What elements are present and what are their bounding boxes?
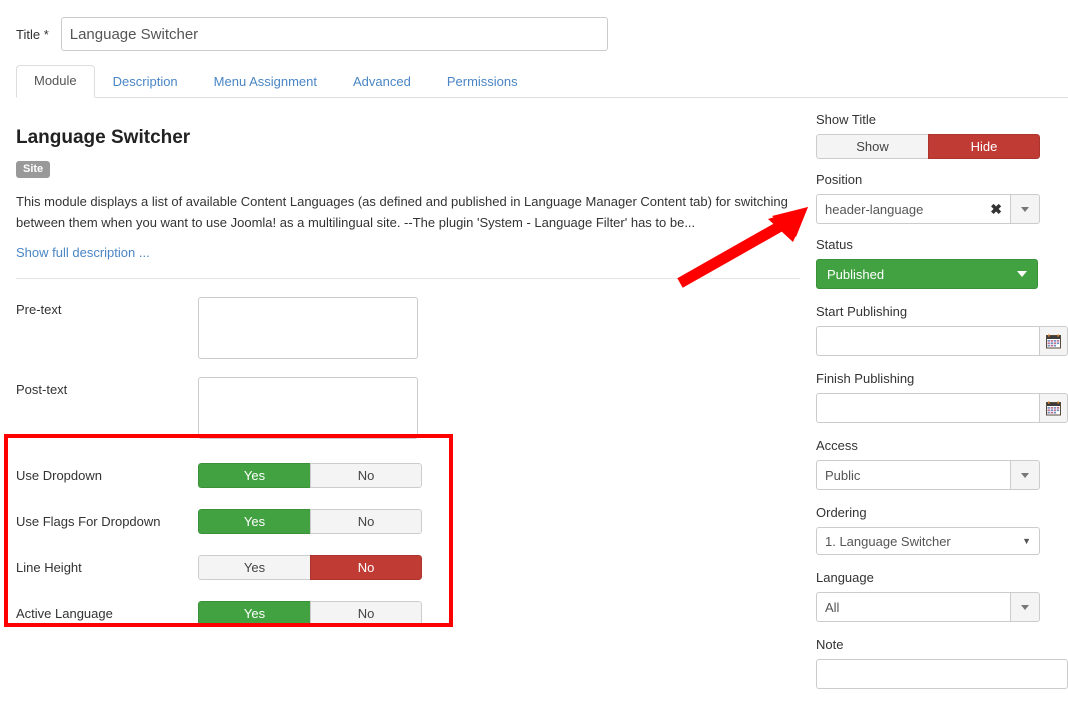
finish-publishing-label: Finish Publishing (816, 371, 915, 386)
module-heading: Language Switcher (16, 127, 191, 148)
use-flags-no-button[interactable]: No (310, 509, 422, 534)
note-group: Note (816, 637, 1068, 689)
access-label: Access (816, 438, 858, 453)
tab-description[interactable]: Description (95, 66, 196, 98)
active-language-no-button[interactable]: No (310, 601, 422, 626)
line-height-row: Line Height Yes No (16, 555, 800, 580)
position-group: Position header-language ✖ (816, 172, 1068, 224)
posttext-textarea[interactable] (198, 377, 418, 439)
pretext-label: Pre-text (16, 302, 62, 317)
language-dropdown-button[interactable] (1010, 592, 1040, 622)
finish-publishing-field[interactable] (816, 393, 1068, 423)
title-input[interactable] (60, 17, 608, 51)
title-field-row: Title * (16, 16, 608, 52)
use-flags-yes-button[interactable]: Yes (198, 509, 310, 534)
use-flags-row: Use Flags For Dropdown Yes No (16, 509, 800, 534)
sidebar-panel: Show Title Show Hide Position header-lan… (816, 112, 1068, 704)
chevron-down-icon (1021, 472, 1029, 478)
language-label: Language (816, 570, 874, 585)
chevron-down-icon: ▼ (1022, 536, 1031, 546)
title-label: Title * (16, 26, 49, 42)
use-dropdown-label: Use Dropdown (16, 468, 102, 483)
tab-permissions[interactable]: Permissions (429, 66, 536, 98)
chevron-down-icon (1021, 206, 1029, 212)
start-publishing-input[interactable] (816, 326, 1039, 356)
access-dropdown-button[interactable] (1010, 460, 1040, 490)
use-dropdown-toggle[interactable]: Yes No (198, 463, 422, 488)
use-dropdown-row: Use Dropdown Yes No (16, 463, 800, 488)
active-language-label: Active Language (16, 606, 113, 621)
start-publishing-calendar-button[interactable] (1039, 326, 1068, 356)
clear-icon[interactable]: ✖ (990, 202, 1002, 216)
posttext-label: Post-text (16, 382, 68, 397)
active-language-yes-button[interactable]: Yes (198, 601, 310, 626)
access-value: Public (816, 460, 1010, 490)
status-select[interactable]: Published (816, 259, 1038, 289)
tab-menu-assignment[interactable]: Menu Assignment (196, 66, 335, 98)
line-height-yes-button[interactable]: Yes (198, 555, 310, 580)
language-value: All (816, 592, 1010, 622)
use-dropdown-no-button[interactable]: No (310, 463, 422, 488)
access-select[interactable]: Public (816, 460, 1040, 490)
position-value: header-language (825, 201, 924, 217)
line-height-no-button[interactable]: No (310, 555, 422, 580)
finish-publishing-group: Finish Publishing (816, 371, 1068, 423)
calendar-icon (1046, 334, 1061, 348)
pretext-row: Pre-text (16, 297, 800, 359)
tab-bar: Module Description Menu Assignment Advan… (16, 65, 1068, 98)
language-select[interactable]: All (816, 592, 1040, 622)
position-combo[interactable]: header-language ✖ (816, 194, 1040, 224)
site-badge: Site (16, 161, 51, 178)
start-publishing-label: Start Publishing (816, 304, 908, 319)
tab-advanced[interactable]: Advanced (335, 66, 429, 98)
position-input[interactable]: header-language ✖ (816, 194, 1010, 224)
status-value: Published (827, 266, 885, 282)
start-publishing-field[interactable] (816, 326, 1068, 356)
status-label: Status (816, 237, 853, 252)
active-language-toggle[interactable]: Yes No (198, 601, 422, 626)
use-flags-label: Use Flags For Dropdown (16, 514, 161, 529)
start-publishing-group: Start Publishing (816, 304, 1068, 356)
position-dropdown-button[interactable] (1010, 194, 1040, 224)
module-description: This module displays a list of available… (16, 194, 788, 230)
show-title-show-button[interactable]: Show (816, 134, 928, 159)
finish-publishing-input[interactable] (816, 393, 1039, 423)
show-title-hide-button[interactable]: Hide (928, 134, 1040, 159)
use-dropdown-yes-button[interactable]: Yes (198, 463, 310, 488)
ordering-value: 1. Language Switcher (825, 533, 951, 549)
chevron-down-icon (1017, 271, 1027, 277)
note-label: Note (816, 637, 844, 652)
line-height-label: Line Height (16, 560, 82, 575)
module-panel: Language Switcher Site This module displ… (16, 112, 800, 626)
access-group: Access Public (816, 438, 1068, 490)
position-label: Position (816, 172, 863, 187)
show-title-label: Show Title (816, 112, 876, 127)
calendar-icon (1046, 401, 1061, 415)
finish-publishing-calendar-button[interactable] (1039, 393, 1068, 423)
pretext-textarea[interactable] (198, 297, 418, 359)
use-flags-toggle[interactable]: Yes No (198, 509, 422, 534)
posttext-row: Post-text (16, 377, 800, 439)
ordering-group: Ordering 1. Language Switcher ▼ (816, 505, 1068, 555)
ordering-label: Ordering (816, 505, 867, 520)
language-group: Language All (816, 570, 1068, 622)
active-language-row: Active Language Yes No (16, 601, 800, 626)
tab-module[interactable]: Module (16, 65, 95, 98)
show-title-toggle[interactable]: Show Hide (816, 134, 1040, 159)
line-height-toggle[interactable]: Yes No (198, 555, 422, 580)
section-divider (16, 278, 800, 279)
note-input[interactable] (816, 659, 1068, 689)
show-title-group: Show Title Show Hide (816, 112, 1068, 159)
show-full-description-link[interactable]: Show full description ... (16, 245, 150, 260)
ordering-select[interactable]: 1. Language Switcher ▼ (816, 527, 1040, 555)
chevron-down-icon (1021, 604, 1029, 610)
status-group: Status Published (816, 237, 1068, 289)
